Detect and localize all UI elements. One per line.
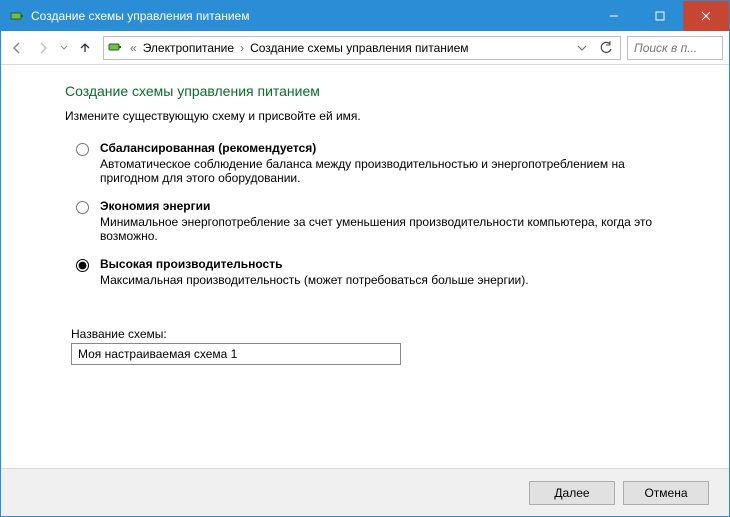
titlebar: Создание схемы управления питанием bbox=[1, 1, 729, 31]
window-title: Создание схемы управления питанием bbox=[31, 9, 249, 23]
refresh-button[interactable] bbox=[596, 38, 616, 58]
forward-button[interactable] bbox=[31, 36, 55, 60]
option-label[interactable]: Сбалансированная (рекомендуется) bbox=[100, 141, 701, 155]
option-description: Максимальная производительность (может п… bbox=[100, 273, 660, 287]
footer-bar: Далее Отмена bbox=[1, 468, 729, 516]
option-power-saver: Экономия энергии Минимальное энергопотре… bbox=[65, 199, 701, 243]
close-icon bbox=[701, 11, 711, 21]
chevron-right-icon: › bbox=[240, 41, 244, 55]
close-button[interactable] bbox=[683, 1, 729, 31]
option-high-performance: Высокая производительность Максимальная … bbox=[65, 257, 701, 287]
address-bar[interactable]: « Электропитание › Создание схемы управл… bbox=[103, 36, 621, 60]
recent-dropdown[interactable] bbox=[57, 36, 71, 60]
nav-toolbar: « Электропитание › Создание схемы управл… bbox=[1, 31, 729, 65]
option-description: Минимальное энергопотребление за счет ум… bbox=[100, 215, 660, 243]
breadcrumb-current[interactable]: Создание схемы управления питанием bbox=[250, 41, 468, 55]
next-button[interactable]: Далее bbox=[529, 481, 615, 505]
option-description: Автоматическое соблюдение баланса между … bbox=[100, 157, 660, 185]
arrow-up-icon bbox=[78, 41, 92, 55]
refresh-icon bbox=[599, 41, 613, 55]
radio-balanced[interactable] bbox=[76, 143, 89, 156]
plan-name-input[interactable] bbox=[71, 343, 401, 365]
back-button[interactable] bbox=[5, 36, 29, 60]
up-button[interactable] bbox=[73, 36, 97, 60]
plan-name-label: Название схемы: bbox=[71, 327, 701, 341]
battery-icon bbox=[9, 8, 25, 24]
chevron-down-icon bbox=[60, 44, 68, 52]
maximize-button[interactable] bbox=[637, 1, 683, 31]
option-label[interactable]: Высокая производительность bbox=[100, 257, 701, 271]
radio-power-saver[interactable] bbox=[76, 201, 89, 214]
minimize-button[interactable] bbox=[591, 1, 637, 31]
option-balanced: Сбалансированная (рекомендуется) Автомат… bbox=[65, 141, 701, 185]
option-label[interactable]: Экономия энергии bbox=[100, 199, 701, 213]
crumb-prefix: « bbox=[130, 41, 137, 55]
address-dropdown-button[interactable] bbox=[572, 38, 592, 58]
breadcrumb-root[interactable]: Электропитание bbox=[143, 41, 234, 55]
minimize-icon bbox=[609, 11, 619, 21]
content-pane: Создание схемы управления питанием Измен… bbox=[1, 65, 729, 468]
arrow-left-icon bbox=[10, 41, 24, 55]
chevron-down-icon bbox=[577, 43, 587, 53]
maximize-icon bbox=[655, 11, 665, 21]
battery-icon bbox=[108, 40, 124, 56]
plan-name-block: Название схемы: bbox=[65, 327, 701, 365]
page-title: Создание схемы управления питанием bbox=[65, 83, 701, 99]
radio-high-performance[interactable] bbox=[76, 259, 89, 272]
cancel-button[interactable]: Отмена bbox=[623, 481, 709, 505]
page-instruction: Измените существующую схему и присвойте … bbox=[65, 109, 701, 123]
window-frame: Создание схемы управления питанием bbox=[0, 0, 730, 517]
search-input[interactable] bbox=[627, 36, 723, 60]
arrow-right-icon bbox=[36, 41, 50, 55]
